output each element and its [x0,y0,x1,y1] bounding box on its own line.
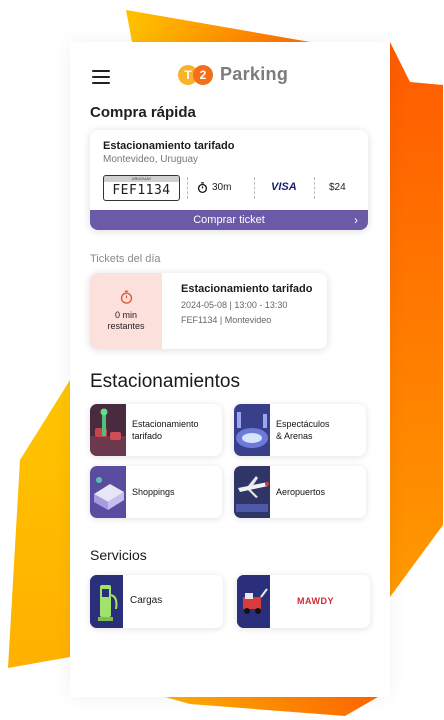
ticket-title: Estacionamiento tarifado [181,283,313,295]
shopping-mall-illustration-icon [90,466,126,518]
duration: 30m [197,182,231,193]
stopwatch-icon [197,182,208,193]
tile-label-line1: Aeropuertos [276,487,326,497]
chevron-right-icon: › [354,213,358,227]
ticket-remaining: 0 min restantes [90,273,162,349]
tickets-title: Tickets del día [90,253,161,265]
tile-label: Espectáculos & Arenas [276,418,330,442]
airport-illustration-icon [234,466,270,518]
tile-label-line2: & Arenas [276,431,313,441]
parkings-title: Estacionamientos [90,371,240,392]
tile-aeropuertos[interactable]: Aeropuertos [234,466,366,518]
license-plate: URUGUAY FEF1134 [103,175,180,201]
app-screen: T 2 Parking Compra rápida Estacionamient… [70,42,390,697]
ticket-card[interactable]: 0 min restantes Estacionamiento tarifado… [90,273,327,349]
tile-label: Shoppings [132,486,175,498]
parking-meter-illustration-icon [90,404,126,456]
mawdy-logo: MAWDY [297,596,334,606]
menu-icon[interactable] [92,70,110,84]
tile-label: Estacionamiento tarifado [132,418,199,442]
buy-ticket-button[interactable]: Comprar ticket › [90,210,368,230]
plate-number: FEF1134 [112,183,171,198]
service-cargas[interactable]: Cargas [90,575,223,628]
quick-buy-card[interactable]: Estacionamiento tarifado Montevideo, Uru… [90,130,368,230]
tow-truck-illustration-icon [237,575,270,628]
tile-label-line1: Shoppings [132,487,175,497]
price: $24 [329,182,346,193]
divider [314,177,315,199]
app-logo: T 2 Parking [178,64,288,85]
service-mawdy[interactable]: MAWDY [237,575,370,628]
stadium-illustration-icon [234,404,270,456]
tile-label: Aeropuertos [276,486,325,498]
service-label: Cargas [130,595,163,606]
tile-shoppings[interactable]: Shoppings [90,466,222,518]
remaining-label: restantes [107,321,145,331]
tile-estacionamiento-tarifado[interactable]: Estacionamiento tarifado [90,404,222,456]
quick-buy-parking-name: Estacionamiento tarifado [103,140,235,152]
buy-ticket-label: Comprar ticket [193,214,265,226]
timer-icon [120,290,132,304]
tile-espectaculos-arenas[interactable]: Espectáculos & Arenas [234,404,366,456]
logo-badge-right: 2 [193,64,213,85]
services-title: Servicios [90,547,147,563]
quick-buy-location: Montevideo, Uruguay [103,154,199,165]
remaining-value: 0 min [114,310,137,320]
tile-label-line1: Espectáculos [276,419,330,429]
app-title: Parking [220,64,289,84]
tile-label-line1: Estacionamiento [132,419,199,429]
ev-charger-illustration-icon [90,575,123,628]
ticket-datetime: 2024-05-08 | 13:00 - 13:30 [181,300,288,310]
visa-logo: VISA [271,181,297,193]
duration-value: 30m [212,182,232,193]
divider [187,177,188,199]
quick-buy-title: Compra rápida [90,104,196,121]
top-bar: T 2 Parking [70,60,390,96]
divider [254,177,255,199]
ticket-plate-city: FEF1134 | Montevideo [181,315,272,325]
tile-label-line2: tarifado [132,431,163,441]
